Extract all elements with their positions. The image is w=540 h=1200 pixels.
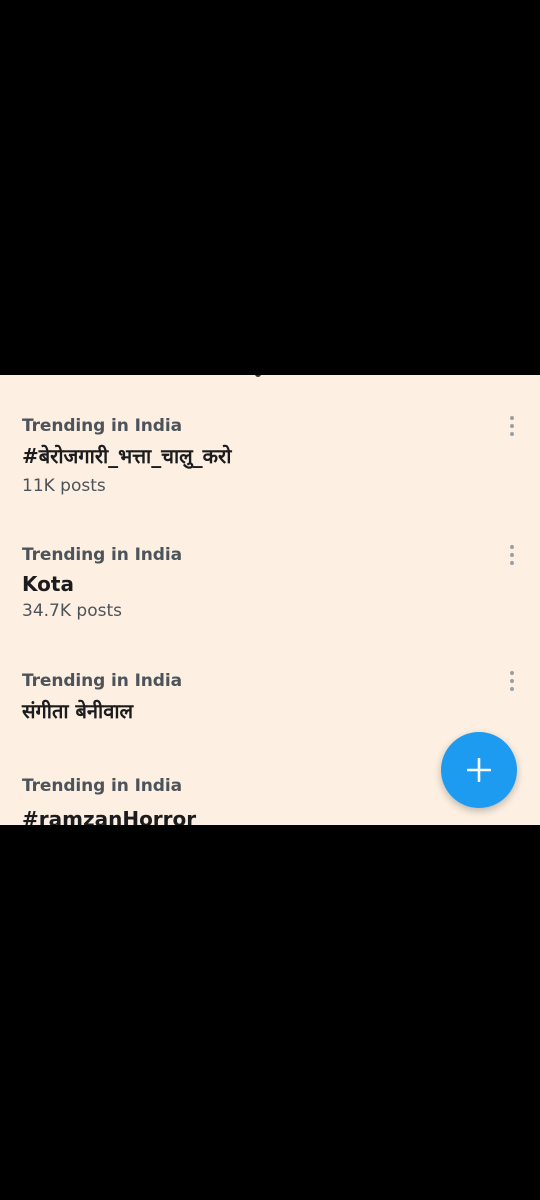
plus-icon — [467, 758, 491, 782]
clipped-text-fragment — [255, 375, 261, 377]
top-blank-area — [0, 0, 540, 375]
trend-context: Trending in India — [22, 776, 182, 796]
more-vertical-icon[interactable] — [500, 414, 524, 438]
trend-context: Trending in India — [22, 416, 182, 436]
trend-title: #ramzanHorror — [22, 807, 197, 825]
more-vertical-icon[interactable] — [500, 543, 524, 567]
bottom-blank-area — [0, 825, 540, 1200]
trend-post-count: 34.7K posts — [22, 601, 122, 621]
compose-post-button[interactable] — [441, 732, 517, 808]
trend-title: संगीता बेनीवाल — [22, 699, 134, 723]
trend-title: Kota — [22, 572, 74, 596]
trend-title: #बेरोजगारी_भत्ता_चालु_करो — [22, 444, 232, 468]
trend-context: Trending in India — [22, 545, 182, 565]
more-vertical-icon[interactable] — [500, 669, 524, 693]
trend-context: Trending in India — [22, 671, 182, 691]
trend-post-count: 11K posts — [22, 476, 106, 496]
